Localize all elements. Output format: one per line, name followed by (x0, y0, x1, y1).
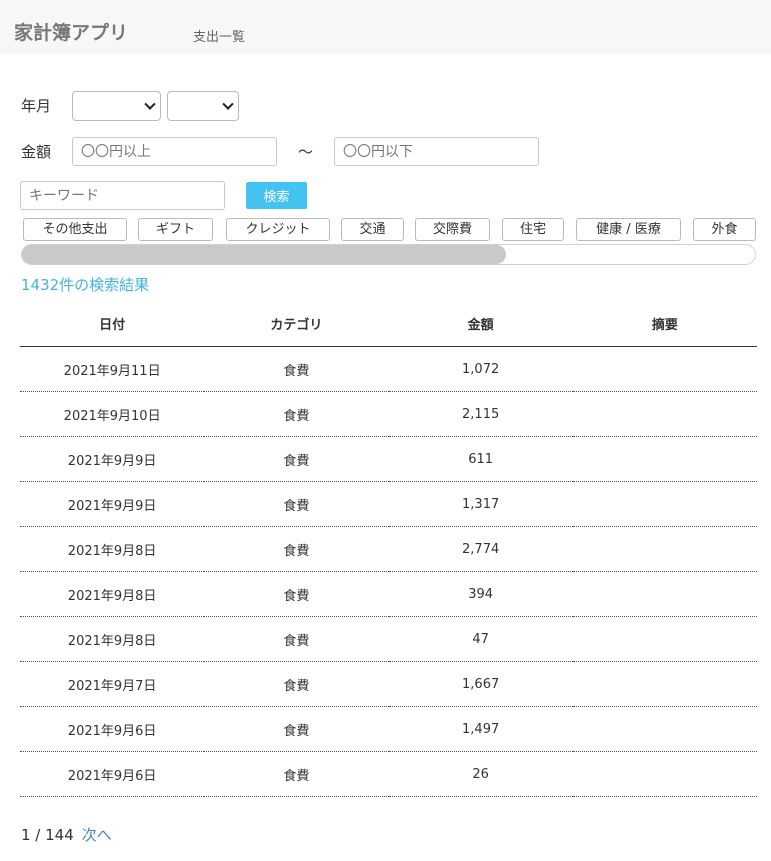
cell-category: 食費 (204, 616, 389, 662)
table-row[interactable]: 2021年9月9日 食費 1,317 (20, 481, 757, 527)
column-header-date: 日付 (20, 300, 205, 347)
cell-amount: 611 (388, 436, 573, 482)
app-title: 家計簿アプリ (14, 22, 129, 44)
cell-amount: 1,497 (388, 706, 573, 752)
cell-category: 食費 (204, 661, 389, 707)
table-row[interactable]: 2021年9月6日 食費 1,497 (20, 706, 757, 752)
chevron-down-icon (222, 98, 234, 110)
cell-date: 2021年9月8日 (20, 571, 205, 617)
chevron-down-icon (144, 98, 156, 110)
cell-amount: 2,115 (388, 391, 573, 437)
cell-memo (572, 706, 757, 752)
cell-category: 食費 (204, 751, 389, 797)
category-chip[interactable]: 交通 (341, 218, 404, 241)
result-count: 1432件の検索結果 (21, 276, 150, 294)
category-chip[interactable]: クレジット (226, 218, 330, 241)
cell-memo (572, 346, 757, 392)
cell-category: 食費 (204, 481, 389, 527)
pagination: 1 / 144 次へ (21, 824, 112, 845)
cell-amount: 1,072 (388, 346, 573, 392)
table-header-row: 日付 カテゴリ 金額 摘要 (20, 300, 757, 347)
cell-date: 2021年9月8日 (20, 526, 205, 572)
column-header-memo: 摘要 (572, 300, 757, 347)
cell-date: 2021年9月6日 (20, 751, 205, 797)
year-month-label: 年月 (21, 97, 52, 115)
cell-memo (572, 391, 757, 437)
category-chip[interactable]: 交際費 (415, 218, 490, 241)
year-select[interactable] (72, 91, 161, 121)
cell-memo (572, 571, 757, 617)
amount-max-input[interactable] (334, 137, 539, 166)
amount-label: 金額 (21, 143, 52, 161)
category-chip[interactable]: 健康 / 医療 (576, 218, 681, 241)
cell-category: 食費 (204, 571, 389, 617)
cell-category: 食費 (204, 391, 389, 437)
amount-min-input[interactable] (72, 137, 277, 166)
table-row[interactable]: 2021年9月8日 食費 394 (20, 571, 757, 617)
cell-amount: 1,317 (388, 481, 573, 527)
cell-memo (572, 436, 757, 482)
table-row[interactable]: 2021年9月8日 食費 2,774 (20, 526, 757, 572)
cell-date: 2021年9月9日 (20, 481, 205, 527)
column-header-category: カテゴリ (204, 300, 389, 347)
table-row[interactable]: 2021年9月10日 食費 2,115 (20, 391, 757, 437)
cell-date: 2021年9月7日 (20, 661, 205, 707)
cell-category: 食費 (204, 436, 389, 482)
cell-amount: 394 (388, 571, 573, 617)
page-indicator: 1 / 144 (21, 826, 74, 844)
cell-memo (572, 616, 757, 662)
cell-date: 2021年9月6日 (20, 706, 205, 752)
cell-category: 食費 (204, 346, 389, 392)
cell-category: 食費 (204, 706, 389, 752)
cell-date: 2021年9月10日 (20, 391, 205, 437)
table-row[interactable]: 2021年9月6日 食費 26 (20, 751, 757, 797)
table-row[interactable]: 2021年9月9日 食費 611 (20, 436, 757, 482)
category-chip[interactable]: その他支出 (23, 218, 127, 241)
cell-amount: 1,667 (388, 661, 573, 707)
category-chip[interactable]: 住宅 (502, 218, 564, 241)
cell-date: 2021年9月9日 (20, 436, 205, 482)
cell-category: 食費 (204, 526, 389, 572)
keyword-input[interactable] (20, 181, 225, 210)
month-select[interactable] (167, 91, 239, 121)
category-chip[interactable]: ギフト (138, 218, 213, 241)
cell-amount: 47 (388, 616, 573, 662)
search-button[interactable]: 検索 (246, 182, 307, 209)
category-chip[interactable]: 外食 (693, 218, 756, 241)
cell-memo (572, 526, 757, 572)
category-scrollbar-thumb[interactable] (22, 245, 506, 264)
cell-date: 2021年9月11日 (20, 346, 205, 392)
next-page-link[interactable]: 次へ (82, 826, 112, 844)
app-header: 家計簿アプリ 支出一覧 (0, 0, 771, 54)
nav-link-expense-list[interactable]: 支出一覧 (193, 26, 245, 45)
column-header-amount: 金額 (388, 300, 573, 347)
cell-memo (572, 481, 757, 527)
table-row[interactable]: 2021年9月11日 食費 1,072 (20, 346, 757, 392)
category-chip-bar: その他支出 ギフト クレジット 交通 交際費 住宅 健康 / 医療 外食 (23, 218, 756, 242)
table-row[interactable]: 2021年9月8日 食費 47 (20, 616, 757, 662)
table-row[interactable]: 2021年9月7日 食費 1,667 (20, 661, 757, 707)
cell-memo (572, 751, 757, 797)
cell-memo (572, 661, 757, 707)
cell-date: 2021年9月8日 (20, 616, 205, 662)
expense-table: 日付 カテゴリ 金額 摘要 2021年9月11日 食費 1,072 2021年9月1… (20, 300, 757, 797)
cell-amount: 26 (388, 751, 573, 797)
amount-range-tilde: 〜 (298, 143, 314, 161)
cell-amount: 2,774 (388, 526, 573, 572)
category-scrollbar[interactable] (21, 244, 756, 265)
